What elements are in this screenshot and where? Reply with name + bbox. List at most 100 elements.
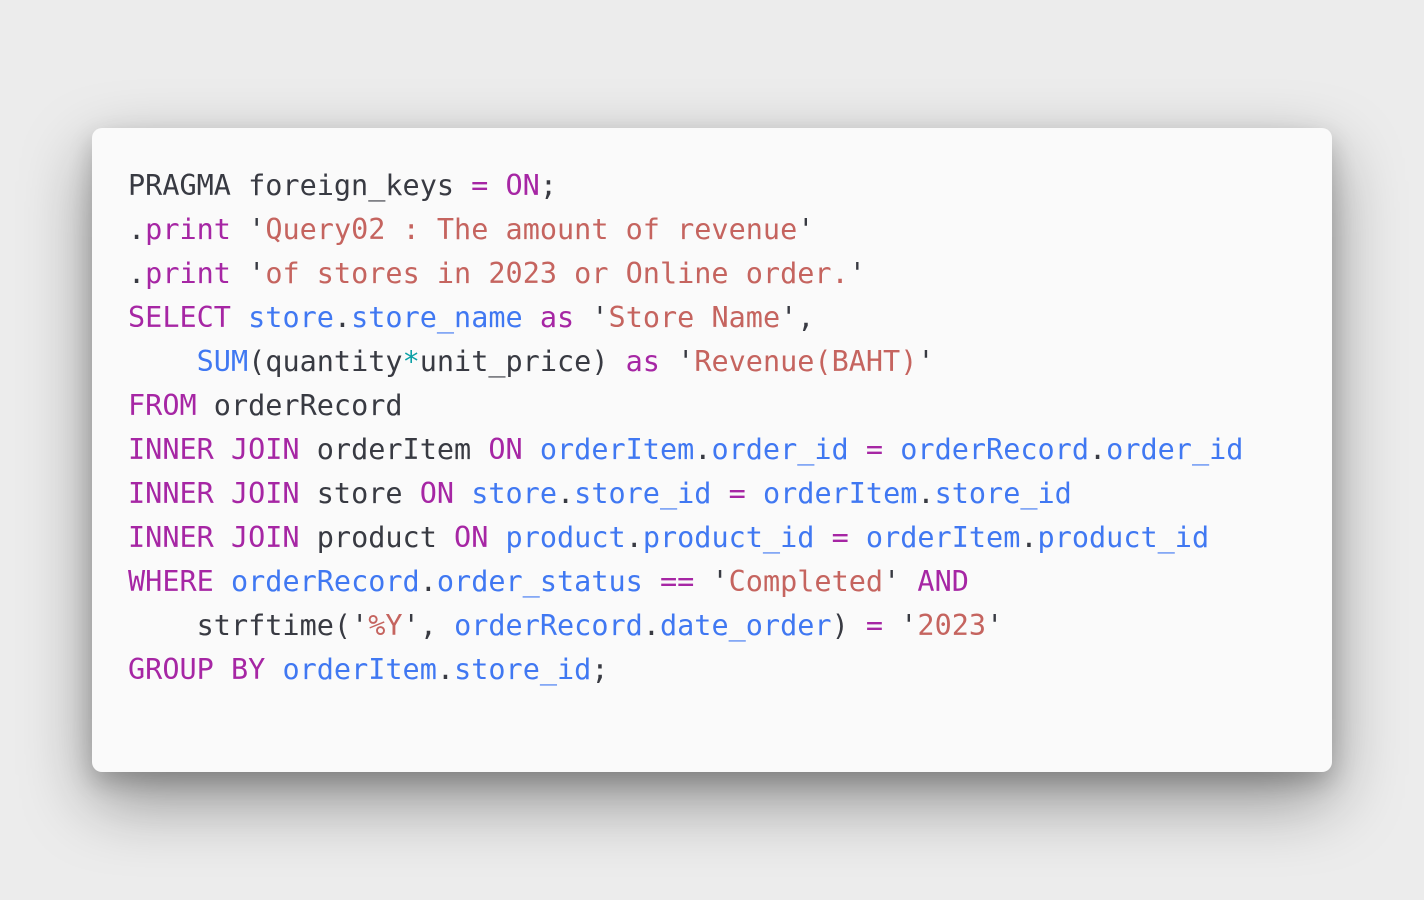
keyword-token: AND: [917, 565, 969, 598]
identifier-token: orderItem: [865, 521, 1021, 554]
operator-token: *: [402, 345, 420, 378]
code-line-6: FROM orderRecord: [128, 384, 1243, 428]
string-token: Revenue(BAHT): [694, 345, 918, 378]
identifier-token: orderItem: [539, 433, 695, 466]
quote-token: ': [883, 565, 901, 598]
plain-token: ;: [591, 653, 609, 686]
code-line-3: .print 'of stores in 2023 or Online orde…: [128, 252, 1243, 296]
code-line-5: SUM(quantity*unit_price) as 'Revenue(BAH…: [128, 340, 1243, 384]
quote-token: ': [402, 609, 420, 642]
plain-token: .: [642, 609, 660, 642]
plain-token: ): [831, 609, 866, 642]
code-card: PRAGMA foreign_keys = ON; .print 'Query02…: [92, 128, 1332, 772]
quote-token: ': [711, 565, 729, 598]
code-line-11: strftime('%Y', orderRecord.date_order) =…: [128, 604, 1243, 648]
quote-token: ': [780, 301, 798, 334]
keyword-token: ON: [488, 433, 523, 466]
plain-token: ,: [797, 301, 815, 334]
identifier-token: store: [471, 477, 557, 510]
keyword-token: INNER JOIN: [128, 477, 300, 510]
identifier-token: store_id: [934, 477, 1072, 510]
quote-token: ': [917, 345, 935, 378]
plain-token: strftime(: [128, 609, 352, 642]
keyword-token: WHERE: [128, 565, 214, 598]
identifier-token: store_id: [574, 477, 712, 510]
string-token: %Y: [368, 609, 403, 642]
plain-token: .: [128, 213, 146, 246]
identifier-token: store: [248, 301, 334, 334]
string-token: 2023: [917, 609, 987, 642]
identifier-token: SUM: [196, 345, 249, 378]
plain-token: .: [436, 653, 455, 686]
keyword-token: INNER JOIN: [128, 521, 300, 554]
code-line-1: PRAGMA foreign_keys = ON;: [128, 164, 1243, 208]
plain-token: ;: [539, 169, 558, 202]
string-token: Store Name: [608, 301, 781, 334]
identifier-token: orderRecord: [454, 609, 643, 642]
keyword-token: print: [145, 257, 231, 290]
identifier-token: order_id: [1106, 433, 1244, 466]
keyword-token: =: [865, 609, 884, 642]
plain-token: .: [333, 301, 352, 334]
identifier-token: product_id: [642, 521, 815, 554]
quote-token: ': [248, 213, 266, 246]
code-line-2: .print 'Query02 : The amount of revenue': [128, 208, 1243, 252]
plain-token: unit_price): [419, 345, 626, 378]
code-line-12: GROUP BY orderItem.store_id;: [128, 648, 1243, 692]
plain-token: .: [128, 257, 146, 290]
keyword-token: print: [145, 213, 231, 246]
identifier-token: order_id: [711, 433, 849, 466]
quote-token: ': [986, 609, 1004, 642]
identifier-token: orderItem: [762, 477, 918, 510]
keyword-token: SELECT: [128, 301, 231, 334]
identifier-token: date_order: [659, 609, 832, 642]
plain-token: .: [917, 477, 935, 510]
plain-token: .: [625, 521, 643, 554]
plain-token: (quantity: [248, 345, 403, 378]
string-token: Completed: [728, 565, 884, 598]
identifier-token: product: [505, 521, 626, 554]
plain-token: product: [299, 521, 455, 554]
plain-token: orderRecord: [196, 389, 403, 422]
identifier-token: store_name: [351, 301, 523, 334]
quote-token: ': [797, 213, 815, 246]
quote-token: ': [900, 609, 918, 642]
identifier-token: store_id: [454, 653, 592, 686]
plain-token: orderItem: [299, 433, 489, 466]
plain-token: store: [299, 477, 420, 510]
quote-token: ': [591, 301, 609, 334]
quote-token: ': [677, 345, 695, 378]
identifier-token: orderItem: [282, 653, 437, 686]
keyword-token: =: [728, 477, 746, 510]
plain-token: PRAGMA foreign_keys: [128, 169, 472, 202]
plain-token: ,: [419, 609, 455, 642]
code-line-9: INNER JOIN product ON product.product_id…: [128, 516, 1243, 560]
plain-token: .: [694, 433, 712, 466]
keyword-token: as: [539, 301, 575, 334]
plain-token: .: [1089, 433, 1107, 466]
string-token: of stores in 2023 or Online order.: [265, 257, 849, 290]
keyword-token: FROM: [128, 389, 197, 422]
identifier-token: product_id: [1037, 521, 1210, 554]
string-token: Query02 : The amount of revenue: [265, 213, 798, 246]
code-line-10: WHERE orderRecord.order_status == 'Compl…: [128, 560, 1243, 604]
quote-token: ': [248, 257, 266, 290]
